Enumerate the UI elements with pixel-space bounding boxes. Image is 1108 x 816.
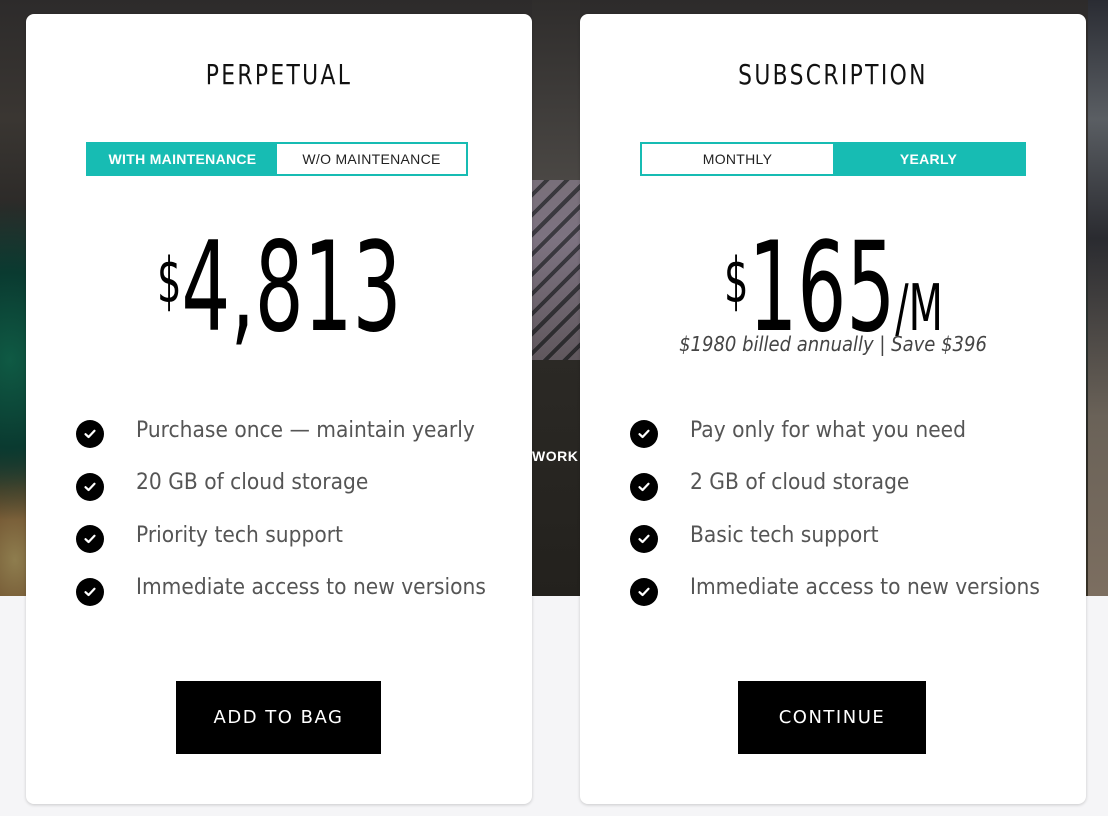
feature-item: Pay only for what you need [630,404,1066,457]
hero-background-shade-top [532,0,580,180]
toggle-option-yearly[interactable]: YEARLY [833,144,1024,174]
feature-text: Priority tech support [136,522,343,548]
maintenance-toggle[interactable]: WITH MAINTENANCE W/O MAINTENANCE [86,142,468,176]
price-amount: 4,813 [181,216,402,360]
feature-text: Immediate access to new versions [690,575,1040,601]
price-currency: $ [156,244,182,317]
check-circle-icon [76,472,104,501]
continue-button[interactable]: CONTINUE [738,681,926,754]
pricing-card-perpetual: PERPETUAL WITH MAINTENANCE W/O MAINTENAN… [26,14,532,804]
toggle-option-monthly[interactable]: MONTHLY [642,144,833,174]
billing-period-toggle[interactable]: MONTHLY YEARLY [640,142,1026,176]
background-heading-fragment: WORKS [532,448,578,464]
feature-list: Purchase once — maintain yearly 20 GB of… [76,404,512,614]
feature-text: Immediate access to new versions [136,575,486,601]
check-circle-icon [630,525,658,554]
check-circle-icon [76,525,104,554]
hero-background-right-edge [1088,0,1108,596]
feature-text: 20 GB of cloud storage [136,470,369,496]
plan-title: SUBSCRIPTION [738,58,928,91]
add-to-bag-button[interactable]: ADD TO BAG [176,681,381,754]
hero-background-shade-bottom [532,360,580,596]
price: $4,813 [26,226,532,350]
check-circle-icon [630,472,658,501]
billing-note: $1980 billed annually | Save $396 [679,332,987,356]
toggle-option-without-maintenance[interactable]: W/O MAINTENANCE [277,144,466,174]
feature-item: Immediate access to new versions [630,562,1066,615]
feature-item: Priority tech support [76,509,512,562]
feature-item: 2 GB of cloud storage [630,457,1066,510]
feature-text: 2 GB of cloud storage [690,470,910,496]
pricing-card-subscription: SUBSCRIPTION MONTHLY YEARLY $165/M $1980… [580,14,1086,804]
check-circle-icon [76,420,104,449]
check-circle-icon [76,577,104,606]
feature-item: Purchase once — maintain yearly [76,404,512,457]
check-circle-icon [630,420,658,449]
feature-list: Pay only for what you need 2 GB of cloud… [630,404,1066,614]
feature-item: Immediate access to new versions [76,562,512,615]
feature-item: 20 GB of cloud storage [76,457,512,510]
feature-text: Pay only for what you need [690,417,966,443]
price-currency: $ [723,244,749,317]
plan-title: PERPETUAL [205,58,353,91]
feature-text: Basic tech support [690,522,879,548]
check-circle-icon [630,577,658,606]
feature-item: Basic tech support [630,509,1066,562]
feature-text: Purchase once — maintain yearly [136,417,475,443]
toggle-option-with-maintenance[interactable]: WITH MAINTENANCE [88,144,277,174]
